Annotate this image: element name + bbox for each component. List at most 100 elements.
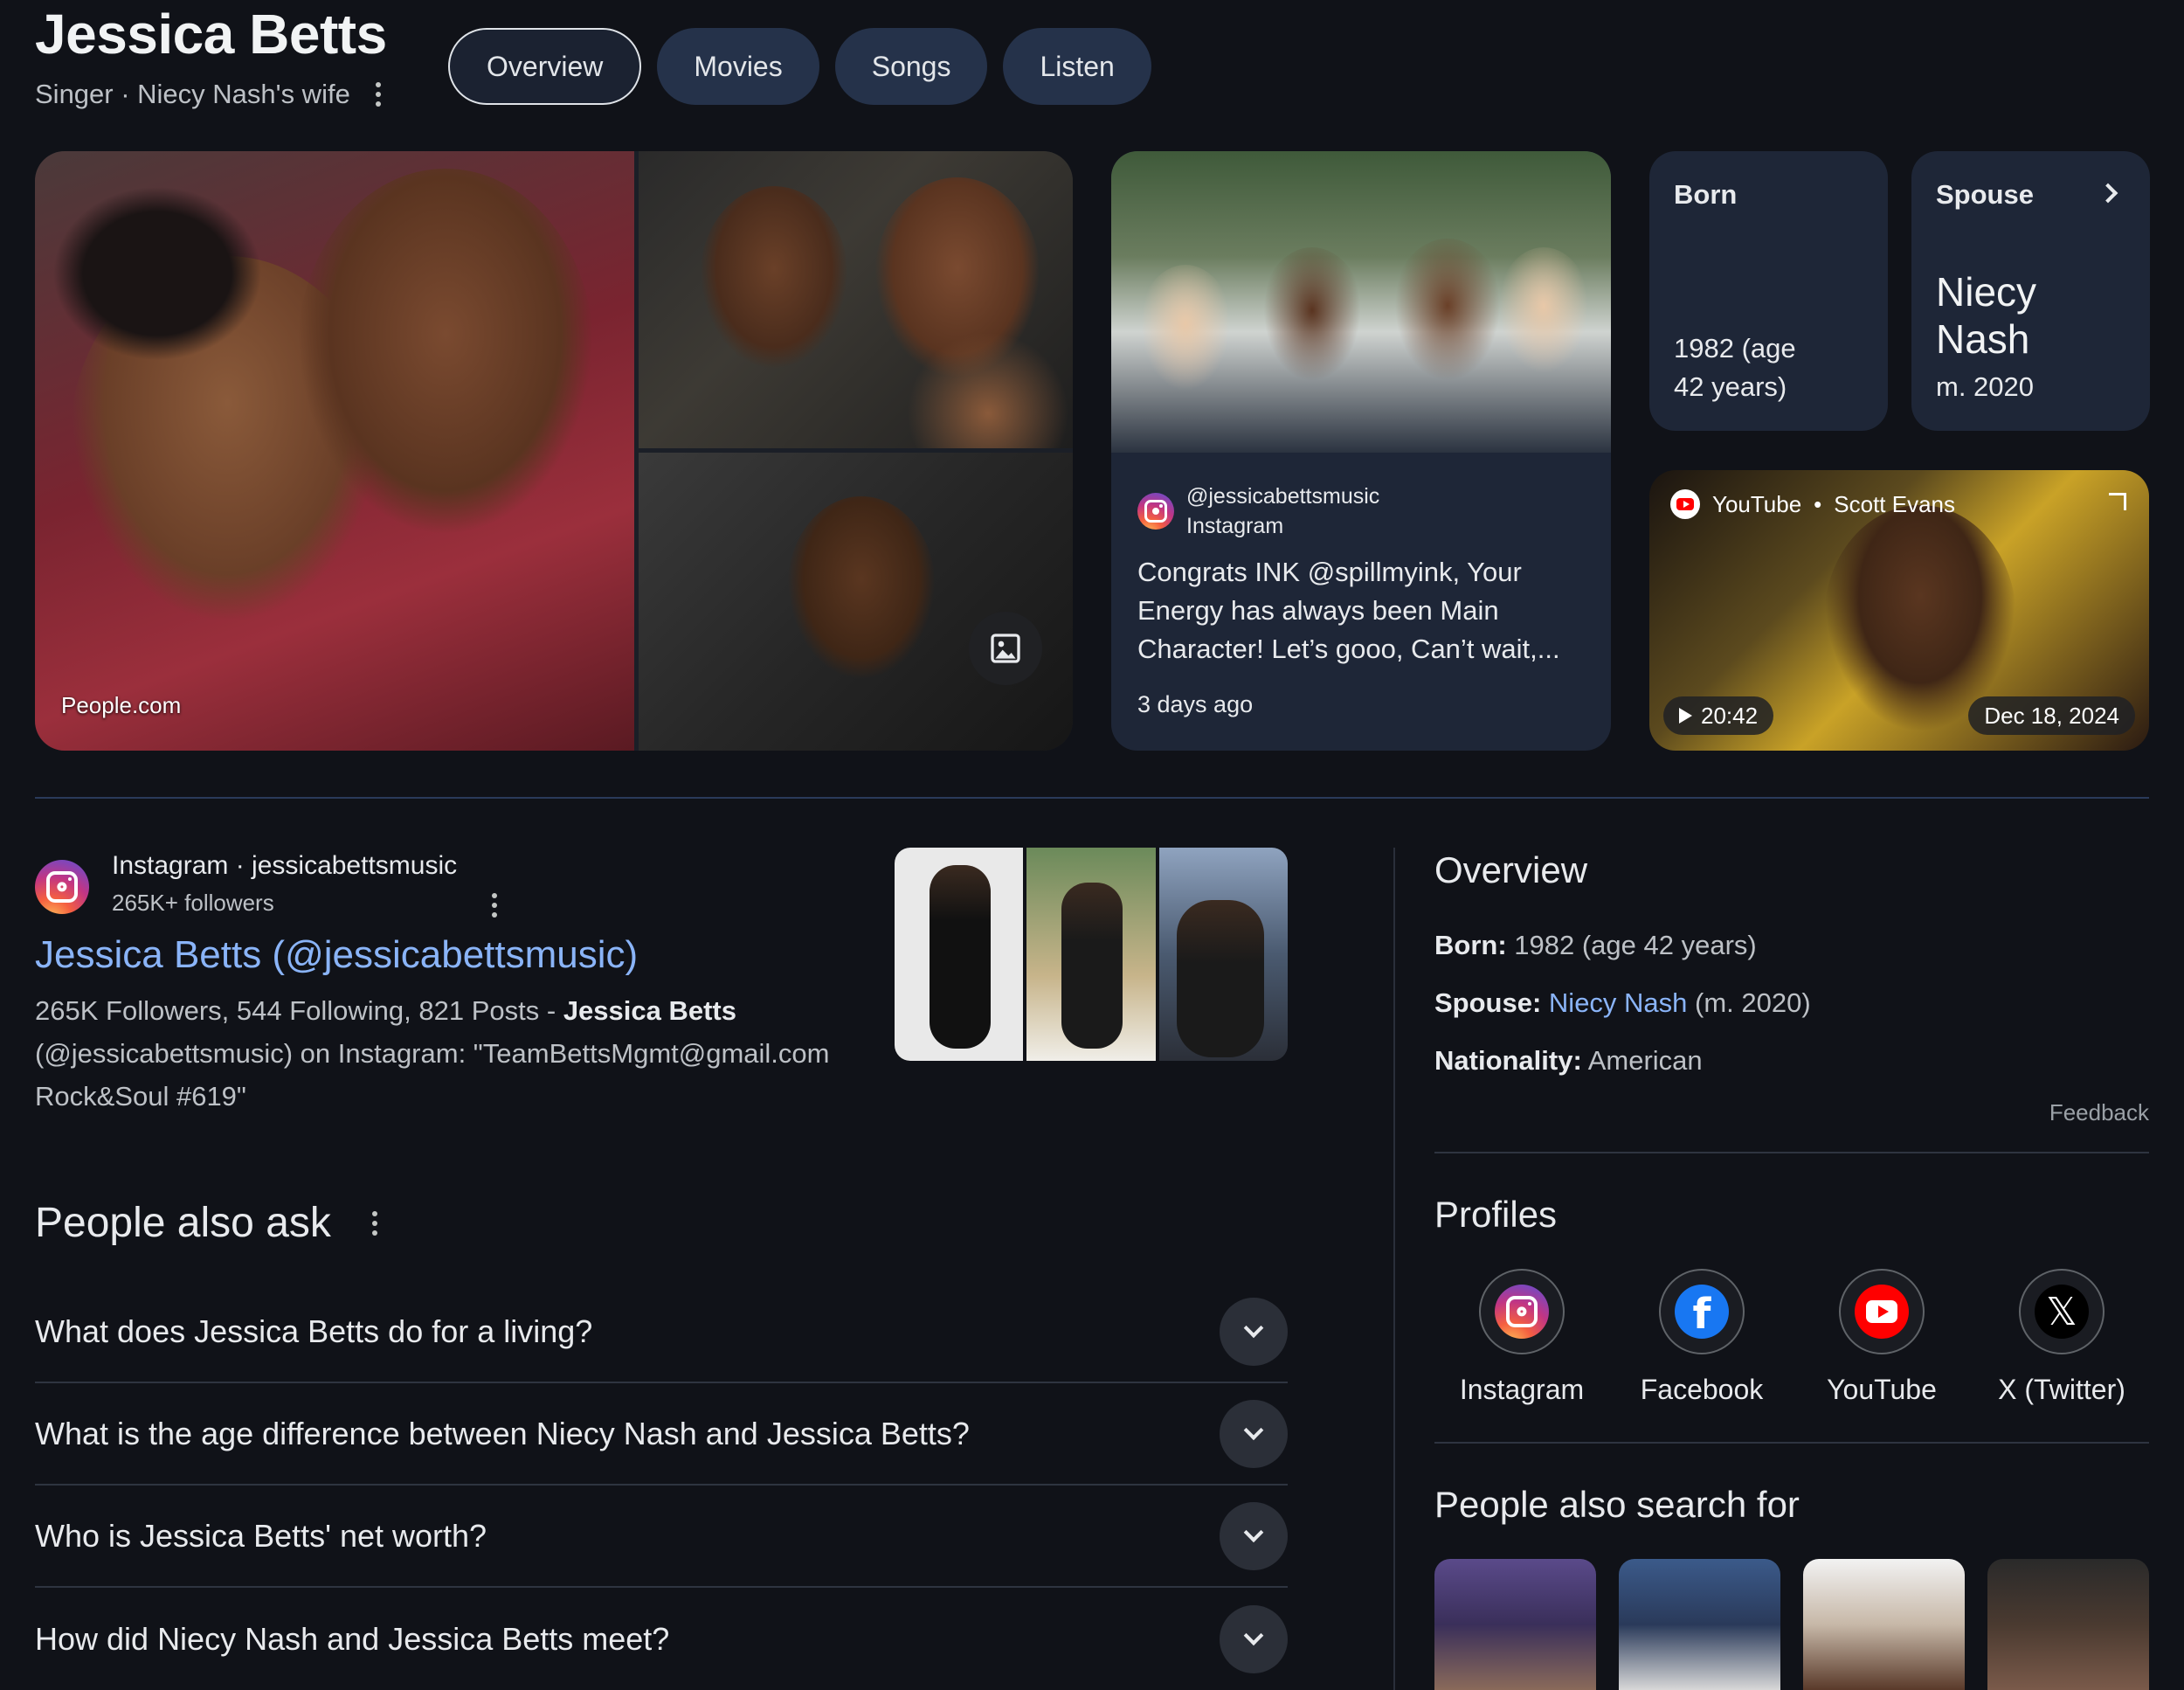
section-divider — [1434, 1442, 2149, 1444]
expand-icon[interactable] — [2109, 493, 2126, 510]
fact-spouse: Spouse: Niecy Nash (m. 2020) — [1434, 987, 1811, 1018]
post-handle[interactable]: @jessicabettsmusic — [1186, 481, 1379, 511]
related-person-card[interactable] — [1619, 1559, 1780, 1690]
related-person-card[interactable] — [1803, 1559, 1965, 1690]
spouse-label: Spouse — [1936, 179, 2034, 210]
profile-instagram[interactable]: Instagram — [1434, 1269, 1609, 1406]
photo-top-right[interactable] — [639, 151, 1073, 448]
paa-question-row[interactable]: What does Jessica Betts do for a living? — [35, 1281, 1288, 1383]
tab-songs[interactable]: Songs — [834, 28, 988, 105]
result-thumbnails[interactable] — [895, 848, 1288, 1061]
section-divider — [35, 797, 2149, 799]
play-icon — [1679, 708, 1692, 724]
paa-question-row[interactable]: Who is Jessica Betts' net worth? — [35, 1486, 1288, 1588]
related-person-card[interactable] — [1434, 1559, 1596, 1690]
subtitle-text: Singer · Niecy Nash's wife — [35, 79, 350, 109]
spouse-name-line2: Nash — [1936, 316, 2030, 362]
result-snippet: 265K Followers, 544 Following, 821 Posts… — [35, 995, 830, 1112]
video-duration: 20:42 — [1663, 696, 1774, 735]
post-image — [1111, 151, 1611, 453]
youtube-video-card[interactable]: YouTube • Scott Evans 20:42 Dec 18, 2024 — [1649, 470, 2149, 751]
post-time: 3 days ago — [1137, 691, 1254, 717]
born-tile[interactable]: Born 1982 (age 42 years) — [1649, 151, 1888, 431]
more-options-icon[interactable] — [370, 82, 387, 107]
post-platform: Instagram — [1186, 514, 1284, 538]
born-label: Born — [1674, 179, 1738, 210]
spouse-tile[interactable]: Spouse Niecy Nash m. 2020 — [1911, 151, 2150, 431]
result-site[interactable]: Instagram · jessicabettsmusic — [112, 851, 457, 881]
result-thumbnail[interactable] — [1158, 848, 1288, 1061]
profile-label: YouTube — [1827, 1374, 1937, 1405]
people-also-search-list — [1434, 1559, 2149, 1690]
image-collage[interactable]: People.com — [35, 151, 1073, 751]
chevron-down-icon — [1243, 1317, 1264, 1338]
born-value-line2: 42 years) — [1674, 371, 1787, 402]
people-also-ask-list: What does Jessica Betts do for a living?… — [35, 1281, 1288, 1690]
instagram-icon — [35, 860, 89, 914]
tab-movies[interactable]: Movies — [657, 28, 819, 105]
paa-question-row[interactable]: How did Niecy Nash and Jessica Betts mee… — [35, 1588, 1288, 1690]
fact-nationality: Nationality: American — [1434, 1045, 1703, 1076]
post-meta: @jessicabettsmusic Instagram — [1137, 481, 1379, 541]
result-thumbnail[interactable] — [895, 848, 1024, 1061]
feedback-link[interactable]: Feedback — [2049, 1099, 2149, 1126]
facebook-icon: f — [1675, 1285, 1729, 1339]
paa-more-icon[interactable] — [366, 1210, 384, 1236]
youtube-icon — [1670, 489, 1700, 519]
profile-label: Instagram — [1459, 1374, 1585, 1405]
tab-overview[interactable]: Overview — [448, 28, 642, 105]
chevron-down-icon — [1243, 1419, 1264, 1440]
profiles-heading: Profiles — [1434, 1194, 1558, 1235]
video-date: Dec 18, 2024 — [1968, 696, 2135, 735]
x-icon: 𝕏 — [2035, 1285, 2089, 1339]
fact-born: Born: 1982 (age 42 years) — [1434, 930, 1757, 960]
video-source: YouTube • Scott Evans — [1670, 489, 1955, 519]
profile-facebook[interactable]: f Facebook — [1614, 1269, 1789, 1406]
people-also-search-heading: People also search for — [1434, 1484, 1800, 1525]
image-source: People.com — [61, 692, 182, 718]
profile-x-twitter[interactable]: 𝕏 X (Twitter) — [1974, 1269, 2149, 1406]
spouse-link[interactable]: Niecy Nash — [1549, 987, 1688, 1018]
youtube-icon — [1855, 1285, 1909, 1339]
entity-title: Jessica Betts — [35, 3, 387, 66]
expand-button[interactable] — [1220, 1399, 1288, 1468]
paa-question-row[interactable]: What is the age difference between Niecy… — [35, 1383, 1288, 1486]
people-also-ask-heading: People also ask — [35, 1199, 384, 1247]
paa-question: What is the age difference between Niecy… — [35, 1415, 970, 1451]
image-icon — [991, 634, 1020, 663]
video-platform: YouTube — [1712, 490, 1802, 517]
tab-listen[interactable]: Listen — [1003, 28, 1151, 105]
section-divider — [1434, 1152, 2149, 1153]
column-divider — [1393, 848, 1395, 1690]
spouse-name-line1: Niecy — [1936, 269, 2037, 315]
entity-subtitle: Singer · Niecy Nash's wife — [35, 79, 387, 110]
overview-heading: Overview — [1434, 849, 1588, 890]
result-followers: 265K+ followers — [112, 890, 274, 916]
born-value-line1: 1982 (age — [1674, 333, 1796, 364]
chevron-down-icon — [1243, 1624, 1264, 1645]
instagram-icon — [1137, 493, 1174, 530]
profile-youtube[interactable]: YouTube — [1794, 1269, 1969, 1406]
profile-label: Facebook — [1640, 1374, 1764, 1405]
paa-question: What does Jessica Betts do for a living? — [35, 1313, 593, 1349]
chevron-down-icon — [1243, 1521, 1264, 1542]
image-gallery-button[interactable] — [969, 612, 1042, 685]
video-channel: Scott Evans — [1834, 490, 1956, 517]
instagram-post-card[interactable]: @jessicabettsmusic Instagram Congrats IN… — [1111, 151, 1611, 751]
result-thumbnail[interactable] — [1026, 848, 1156, 1061]
result-more-icon[interactable] — [486, 893, 503, 918]
related-person-card[interactable] — [1987, 1559, 2149, 1690]
expand-button[interactable] — [1220, 1501, 1288, 1570]
expand-button[interactable] — [1220, 1604, 1288, 1673]
result-title-link[interactable]: Jessica Betts (@jessicabettsmusic) — [35, 933, 638, 977]
tab-bar: Overview Movies Songs Listen — [448, 28, 1151, 105]
chevron-right-icon — [2098, 183, 2118, 204]
photo-bottom-right[interactable] — [639, 453, 1073, 751]
instagram-icon — [1495, 1285, 1549, 1339]
main-photo[interactable]: People.com — [35, 151, 634, 751]
paa-question: Who is Jessica Betts' net worth? — [35, 1517, 487, 1554]
expand-button[interactable] — [1220, 1297, 1288, 1366]
spouse-married: m. 2020 — [1936, 371, 2035, 402]
paa-question: How did Niecy Nash and Jessica Betts mee… — [35, 1620, 670, 1657]
profile-label: X (Twitter) — [1998, 1374, 2125, 1405]
